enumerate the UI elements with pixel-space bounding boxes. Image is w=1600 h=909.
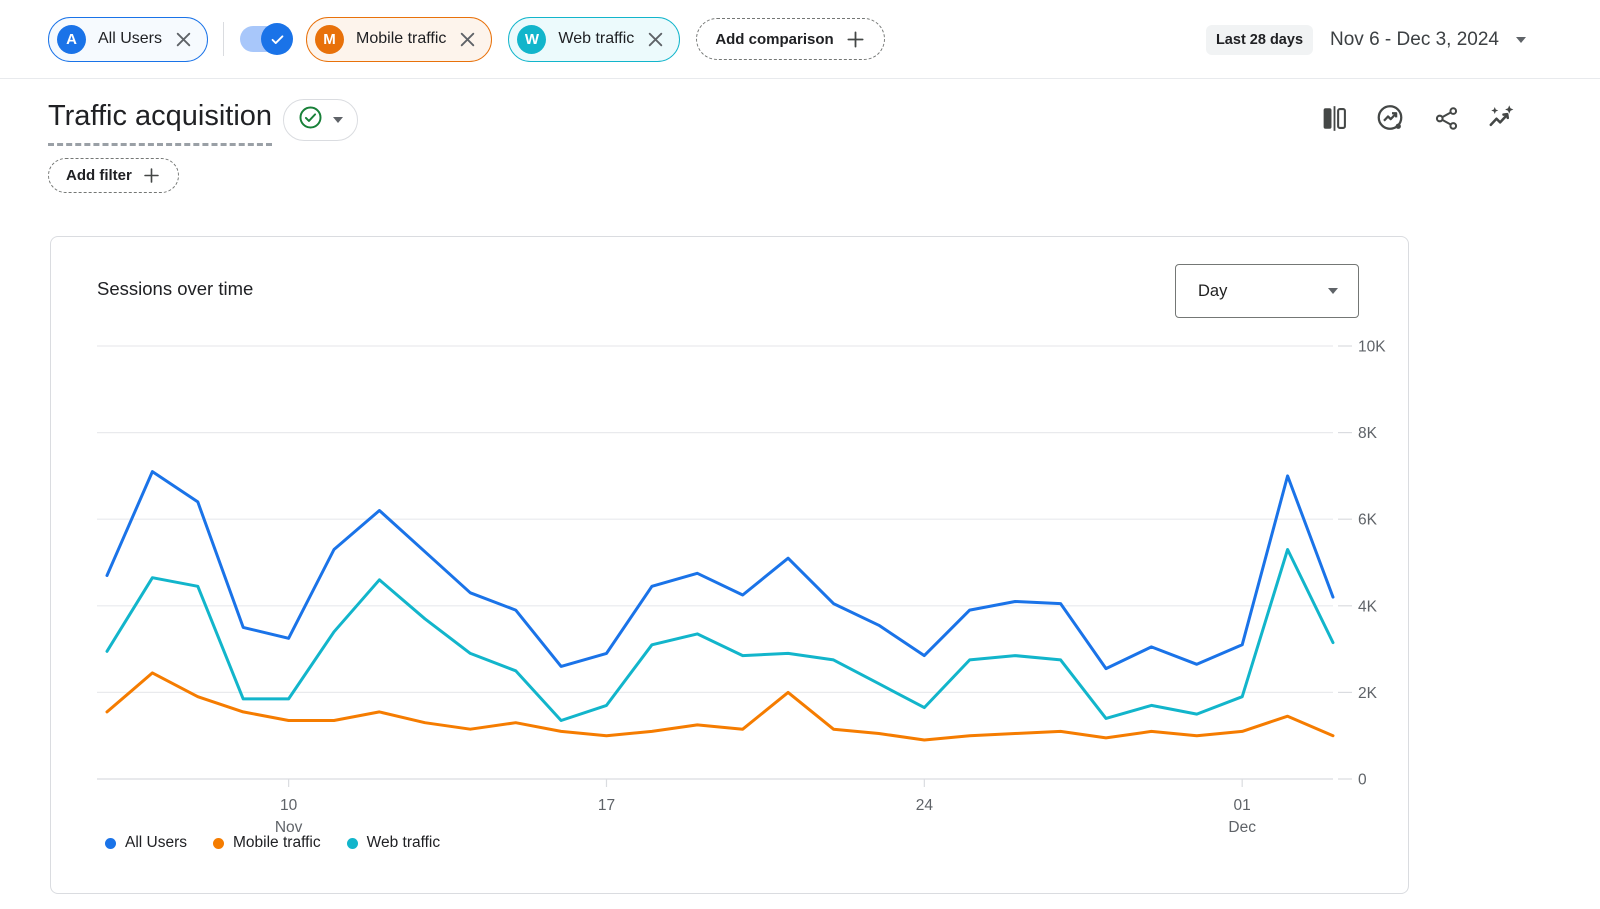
report-status-menu[interactable] [283, 99, 358, 141]
comparison-avatar-a: A [57, 25, 86, 54]
x-tick-label: 10 [280, 797, 298, 814]
x-tick-label: 24 [916, 797, 934, 814]
y-tick-label: 8K [1358, 425, 1378, 442]
chevron-down-icon [1516, 37, 1526, 43]
date-range-value: Nov 6 - Dec 3, 2024 [1330, 29, 1499, 51]
series-line-all-users [107, 472, 1333, 669]
legend-dot [213, 838, 224, 849]
granularity-select[interactable]: Day [1175, 264, 1359, 318]
y-tick-label: 4K [1358, 598, 1378, 615]
y-tick-label: 6K [1358, 512, 1378, 529]
compare-panels-icon[interactable] [1319, 103, 1349, 133]
y-tick-label: 2K [1358, 685, 1378, 702]
chart-title: Sessions over time [97, 278, 253, 300]
legend-item-all-users: All Users [105, 834, 187, 852]
toggle-thumb-check-icon [261, 23, 293, 55]
add-filter-button[interactable]: Add filter [48, 158, 179, 193]
add-filter-label: Add filter [66, 167, 132, 184]
remove-comparison-icon[interactable] [459, 31, 476, 48]
legend-item-web-traffic: Web traffic [347, 834, 441, 852]
chevron-down-icon [333, 117, 343, 123]
comparison-chip-all-users[interactable]: A All Users [48, 17, 208, 62]
comparison-label: All Users [98, 30, 162, 48]
remove-comparison-icon[interactable] [175, 31, 192, 48]
y-tick-label: 10K [1358, 339, 1386, 356]
chart-legend: All Users Mobile traffic Web traffic [105, 834, 440, 852]
comparison-avatar-w: W [517, 25, 546, 54]
sparkle-insights-icon[interactable] [1487, 103, 1517, 133]
insights-icon[interactable] [1375, 103, 1405, 133]
add-comparison-button[interactable]: Add comparison [696, 18, 884, 60]
sessions-over-time-card: Sessions over time Day 10K8K6K4K2K010Nov… [50, 236, 1409, 894]
remove-comparison-icon[interactable] [647, 31, 664, 48]
x-tick-sublabel: Dec [1228, 819, 1256, 836]
report-toolbar [1319, 103, 1517, 133]
share-icon[interactable] [1431, 103, 1461, 133]
chevron-down-icon [1328, 288, 1338, 294]
comparison-toggle[interactable] [240, 26, 286, 52]
x-tick-label: 01 [1234, 797, 1251, 814]
legend-dot [347, 838, 358, 849]
granularity-value: Day [1198, 282, 1227, 301]
legend-dot [105, 838, 116, 849]
date-range-picker[interactable]: Last 28 days Nov 6 - Dec 3, 2024 [1206, 0, 1526, 79]
date-range-preset: Last 28 days [1206, 25, 1313, 55]
page-title: Traffic acquisition [48, 96, 272, 146]
sessions-line-chart[interactable]: 10K8K6K4K2K010Nov172401Dec [51, 337, 1408, 867]
plus-icon [142, 166, 161, 185]
y-tick-label: 0 [1358, 772, 1367, 789]
comparison-label: Mobile traffic [356, 30, 446, 48]
comparison-chip-mobile-traffic[interactable]: M Mobile traffic [306, 17, 492, 62]
add-comparison-label: Add comparison [715, 31, 833, 48]
comparison-avatar-m: M [315, 25, 344, 54]
comparison-label: Web traffic [558, 30, 634, 48]
comparison-chip-web-traffic[interactable]: W Web traffic [508, 17, 680, 62]
divider [223, 22, 224, 56]
comparison-bar: A All Users M Mobile traffic W Web traff… [0, 0, 1600, 79]
saved-check-icon [298, 105, 323, 135]
legend-item-mobile-traffic: Mobile traffic [213, 834, 321, 852]
report-header: Traffic acquisition [48, 96, 358, 146]
plus-icon [845, 29, 866, 50]
x-tick-label: 17 [598, 797, 615, 814]
